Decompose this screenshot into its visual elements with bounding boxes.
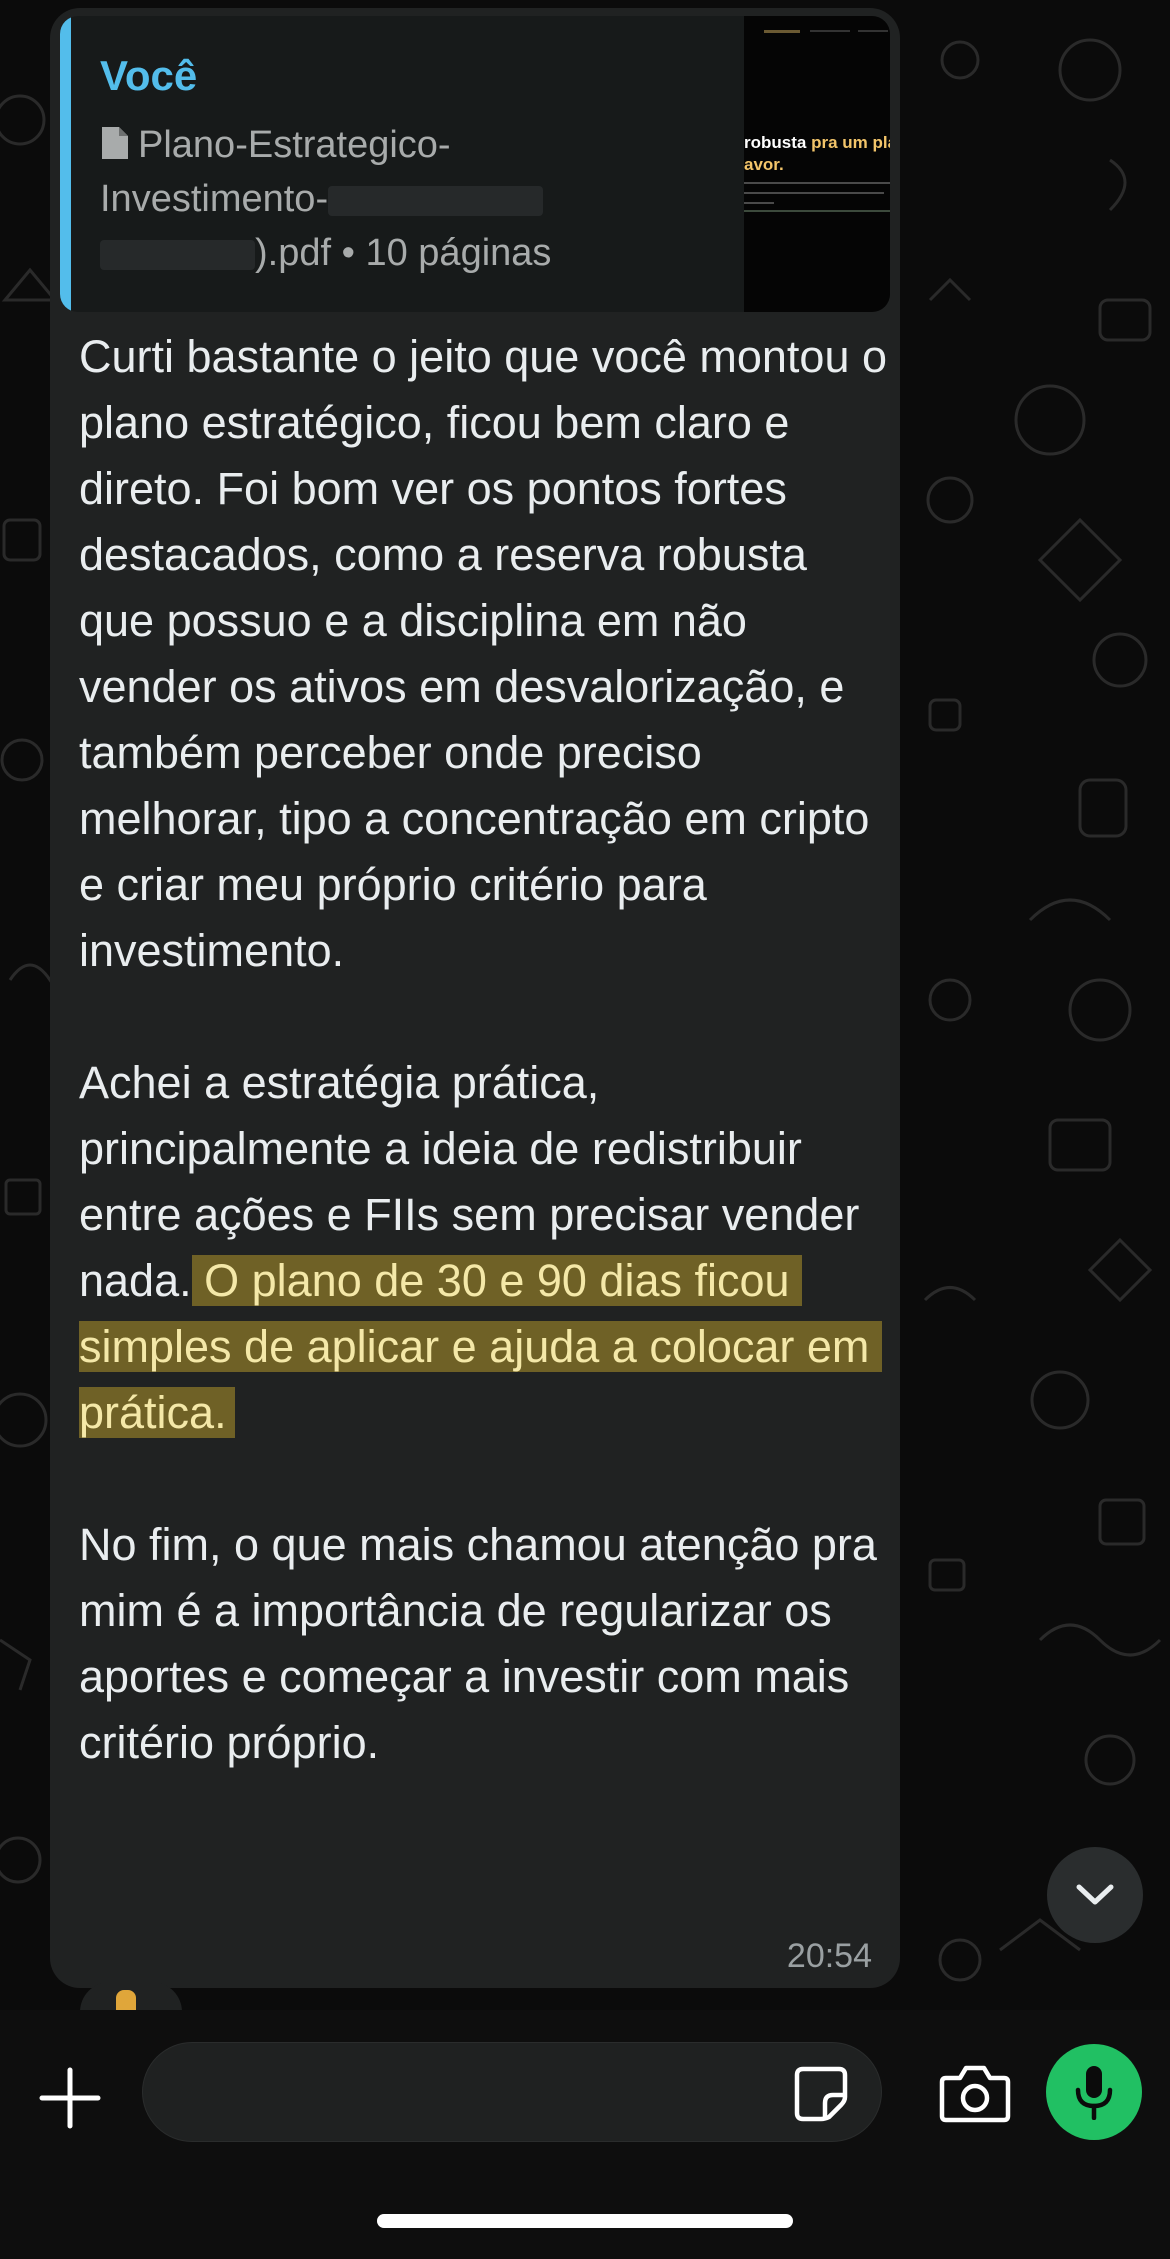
scroll-to-bottom-button[interactable] [1047,1847,1143,1943]
message-bubble[interactable]: Você Plano-Estrategico- Investimento- ).pd… [50,8,900,1988]
message-input[interactable] [173,2063,777,2125]
document-page-count: • 10 páginas [341,232,552,274]
thumbnail-top-line [764,30,800,33]
document-filename-part1: Plano-Estrategico- [138,124,451,166]
sticker-icon[interactable] [791,2063,851,2123]
message-text: Curti bastante o jeito que você montou o… [79,324,889,1776]
camera-icon[interactable] [938,2062,1012,2124]
message-paragraph: No fim, o que mais chamou atenção pra mi… [79,1519,890,1768]
thumbnail-text-line [744,202,774,204]
message-input-container[interactable] [142,2042,882,2142]
thumbnail-text-line [744,210,890,212]
message-composer [0,2010,1170,2259]
microphone-icon [1075,2066,1113,2120]
message-paragraph: Curti bastante o jeito que você montou o… [79,331,900,976]
quoted-document-message[interactable]: Você Plano-Estrategico- Investimento- ).pd… [60,16,890,312]
plus-icon[interactable] [38,2066,102,2130]
quote-accent-bar [60,16,71,312]
thumbnail-top-line [858,30,888,32]
redacted-text [328,185,544,216]
thumbnail-text-line [744,192,884,194]
quote-author: Você [100,52,198,99]
message-timestamp: 20:54 [786,1937,872,1975]
thumbnail-text-line [744,182,890,184]
document-filename-part2: Investimento- [100,178,329,220]
quote-document-info: Plano-Estrategico- Investimento- ).pdf • 1… [100,118,560,280]
chevron-down-icon [1076,1884,1114,1905]
voice-message-button[interactable] [1046,2044,1142,2140]
redacted-text [100,239,255,270]
thumbnail-top-line [810,30,850,32]
document-icon [102,127,128,159]
document-thumbnail: robusta pra um planoavor. [744,16,890,312]
document-filename-part3: ).pdf [255,232,332,274]
home-indicator [377,2214,793,2228]
thumbnail-heading: robusta pra um planoavor. [744,133,890,174]
